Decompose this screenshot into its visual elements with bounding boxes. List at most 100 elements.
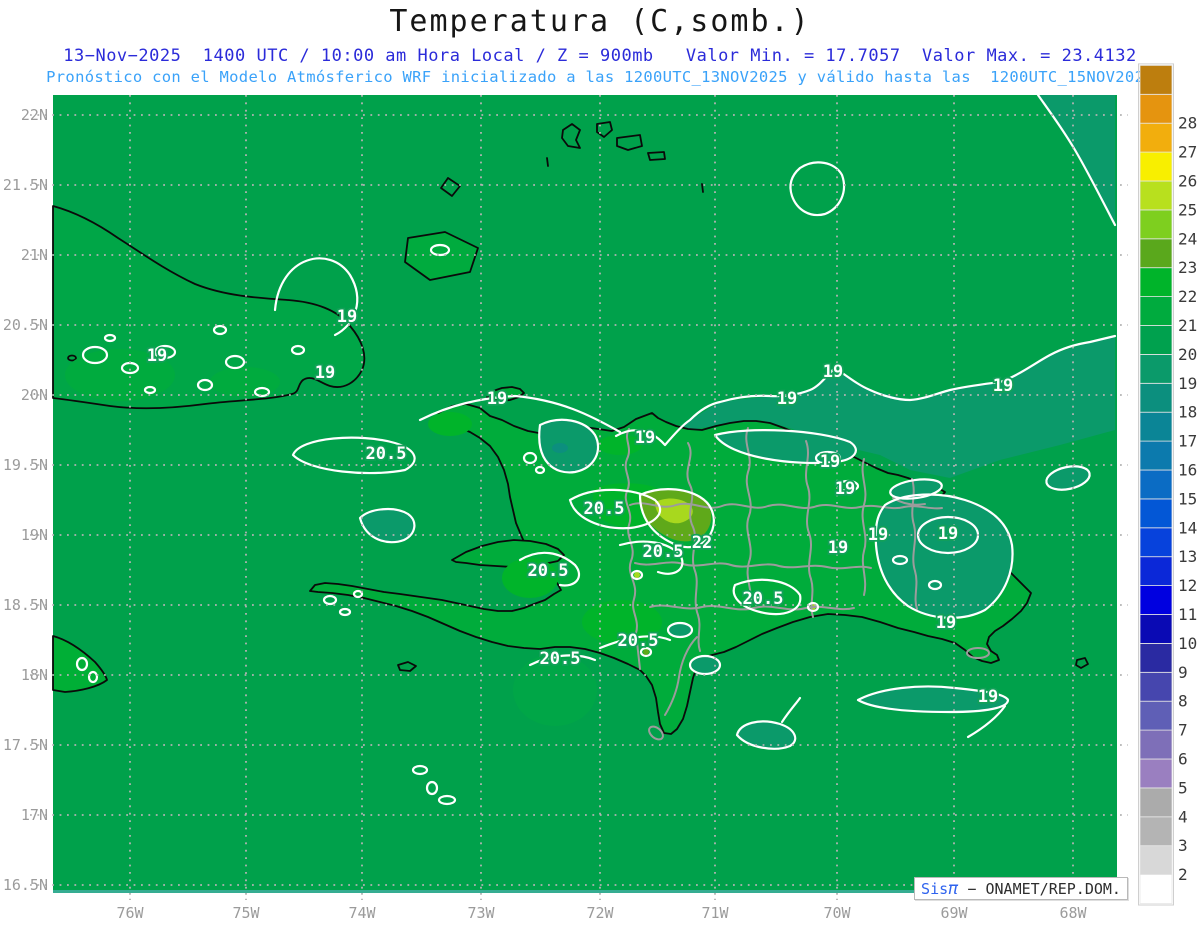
contour-label: 19 [993,376,1013,396]
colorbar-tick-label: 6 [1178,750,1188,769]
colorbar-segment [1139,845,1173,876]
contour-label: 20.5 [584,499,625,519]
colorbar-segment [1139,700,1173,731]
weather-chart-page: Temperatura (C,somb.) 13−Nov−2025 1400 U… [0,0,1200,927]
colorbar-segment [1139,758,1173,789]
colorbar-tick-label: 15 [1178,489,1197,508]
colorbar-tick-label: 21 [1178,316,1197,335]
colorbar-segment [1139,874,1173,904]
colorbar-tick-label: 28 [1178,114,1197,133]
separator: − [958,879,986,898]
lat-axis-label: 19N [21,526,48,544]
lon-axis-label: 74W [348,904,376,922]
colorbar-segment [1139,180,1173,211]
colorbar-segment [1139,122,1173,153]
colorbar-tick-label: 23 [1178,258,1197,277]
colorbar-segment [1139,151,1173,182]
colorbar-tick-label: 11 [1178,605,1197,624]
contour-label: 20.5 [643,542,684,562]
contour-label: 19 [777,389,797,409]
contour-label: 22 [692,533,712,553]
lat-axis-label: 17N [21,806,48,824]
lon-axis-label: 69W [940,904,968,922]
lon-axis-label: 72W [586,904,614,922]
contour-label: 19 [835,479,855,499]
colorbar-segment [1139,585,1173,615]
colorbar-tick-label: 14 [1178,518,1197,537]
lat-axis-label: 16.5N [3,876,48,894]
lat-axis-label: 18.5N [3,596,48,614]
contour-label: 19 [978,687,998,707]
colorbar-segment [1139,325,1173,355]
colorbar-segment [1139,498,1173,529]
colorbar-tick-label: 19 [1178,374,1197,393]
colorbar-tick-label: 25 [1178,200,1197,219]
colorbar-segment [1139,209,1173,240]
lat-axis-label: 21.5N [3,176,48,194]
colorbar-tick-label: 26 [1178,172,1197,191]
colorbar-tick-label: 24 [1178,229,1197,248]
contour-label: 19 [315,363,335,383]
colorbar-tick-label: 5 [1178,778,1188,797]
lon-axis-label: 70W [823,904,851,922]
colorbar-segment [1139,671,1173,702]
colorbar-segment [1139,440,1173,471]
colorbar-tick-label: 9 [1178,663,1188,682]
contour-label: 20.5 [528,561,569,581]
temperature-map: 19 19 19 19 19 19 19 19 19 19 19 19 19 19 19 20.5 20.5 20… [3,63,1197,922]
lon-axis-label: 71W [701,904,729,922]
colorbar-segment [1139,267,1173,298]
colorbar-tick-label: 2 [1178,865,1188,884]
contour-label: 19 [487,389,507,409]
branding-box: Sis π − ONAMET/REP.DOM. [914,877,1128,900]
sispi-logo-text: Sis [921,879,949,898]
colorbar-segment [1139,729,1173,760]
contour-label: 19 [635,428,655,448]
colorbar-tick-label: 8 [1178,692,1188,711]
colorbar-segment [1139,614,1173,644]
contour-label: 19 [147,346,167,366]
pi-icon: π [948,878,959,899]
contour-label: 19 [938,524,958,544]
contour-label: 19 [828,538,848,558]
lon-axis-label: 76W [116,904,144,922]
lat-axis-label: 20.5N [3,316,48,334]
colorbar-segment [1139,556,1173,587]
colorbar-tick-label: 17 [1178,432,1197,451]
colorbar-tick-label: 27 [1178,143,1197,162]
colorbar-segment [1139,643,1173,673]
contour-label: 20.5 [540,649,581,669]
colorbar-segment [1139,527,1173,558]
colorbar-segment [1139,93,1173,124]
colorbar-tick-label: 10 [1178,634,1197,653]
colorbar-tick-label: 7 [1178,721,1188,740]
colorbar-tick-label: 4 [1178,807,1188,826]
colorbar-tick-label: 16 [1178,461,1197,480]
lat-axis-label: 19.5N [3,456,48,474]
colorbar-segment [1139,353,1173,384]
lat-axis-label: 17.5N [3,736,48,754]
contour-label: 20.5 [743,589,784,609]
colorbar-tick-label: 18 [1178,403,1197,422]
colorbar-tick-label: 12 [1178,576,1197,595]
colorbar-segment [1139,382,1173,413]
lon-axis-label: 73W [467,904,495,922]
colorbar-segment [1139,469,1173,500]
contour-label: 20.5 [366,444,407,464]
lat-axis-label: 22N [21,106,48,124]
contour-label: 19 [820,452,840,472]
colorbar-tick-label: 13 [1178,547,1197,566]
lat-axis-label: 18N [21,666,48,684]
colorbar-tick-label: 20 [1178,345,1197,364]
colorbar-tick-label: 3 [1178,836,1188,855]
colorbar-segment [1139,787,1173,818]
contour-label: 19 [936,613,956,633]
contour-label: 20.5 [618,631,659,651]
lon-axis-label: 68W [1059,904,1087,922]
lon-axis-label: 75W [232,904,260,922]
colorbar-segment [1139,65,1173,95]
contour-label: 19 [823,362,843,382]
colorbar-tick-label: 22 [1178,287,1197,306]
colorbar-segment [1139,296,1173,326]
lat-axis-label: 21N [21,246,48,264]
